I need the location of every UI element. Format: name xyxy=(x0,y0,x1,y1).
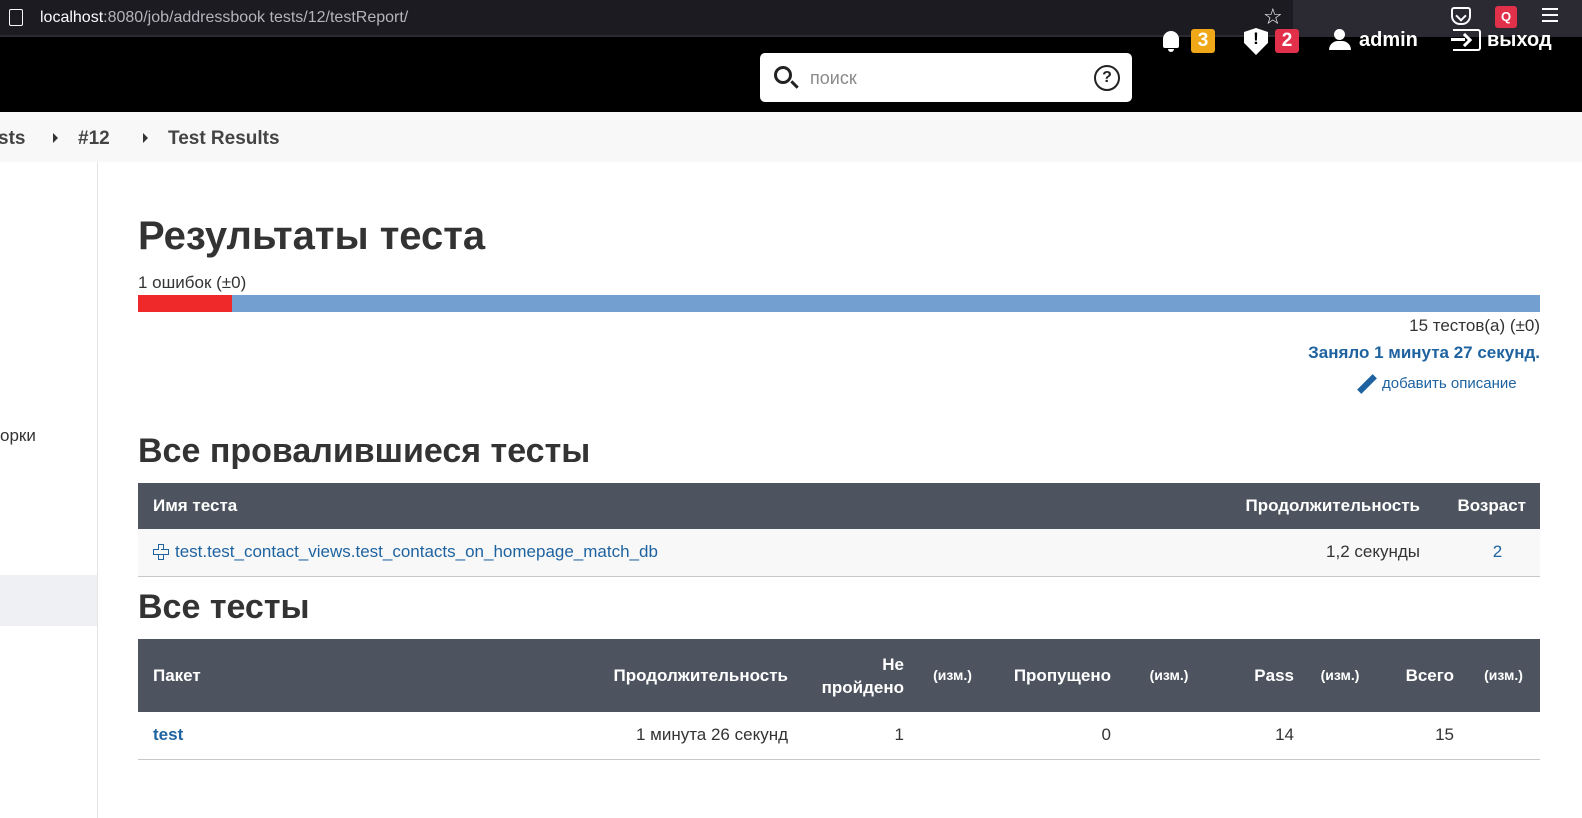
table-row: test 1 минута 26 секунд 1 0 14 15 xyxy=(138,712,1540,760)
failed-tests-table: Имя теста Продолжительность Возраст test… xyxy=(138,483,1540,577)
search-box[interactable]: ? xyxy=(760,53,1132,102)
package-pass: 14 xyxy=(1217,712,1304,760)
column-header-test-name[interactable]: Имя теста xyxy=(138,483,1230,529)
column-header-skipped-diff[interactable]: (изм.) xyxy=(1121,639,1217,712)
column-header-total-diff[interactable]: (изм.) xyxy=(1464,639,1540,712)
breadcrumb-item-job[interactable]: sts xyxy=(0,128,25,150)
extension-icon[interactable]: Q xyxy=(1495,6,1517,28)
package-skipped-diff xyxy=(1121,712,1217,760)
package-skipped: 0 xyxy=(989,712,1121,760)
package-failed-diff xyxy=(916,712,989,760)
column-header-age[interactable]: Возраст xyxy=(1430,483,1540,529)
hamburger-menu-icon[interactable] xyxy=(1542,8,1558,24)
tests-total: 15 тестов(а) (±0) xyxy=(1409,316,1540,335)
notifications-badge[interactable]: 3 xyxy=(1191,29,1215,53)
add-description-link[interactable]: добавить описание xyxy=(1382,375,1517,392)
package-total: 15 xyxy=(1376,712,1464,760)
breadcrumb-chevron-icon[interactable] xyxy=(143,133,148,143)
notifications-bell-icon[interactable] xyxy=(1160,30,1182,52)
test-result-bar xyxy=(138,295,1540,312)
table-row: test.test_contact_views.test_contacts_on… xyxy=(138,529,1540,577)
all-tests-title: Все тесты xyxy=(138,588,310,626)
package-failed: 1 xyxy=(803,712,916,760)
user-icon[interactable] xyxy=(1329,29,1351,51)
test-result-bar-failed xyxy=(138,295,232,312)
breadcrumb: sts #12 Test Results xyxy=(0,112,1582,162)
breadcrumb-item-build[interactable]: #12 xyxy=(78,128,110,150)
failed-tests-title: Все провалившиеся тесты xyxy=(138,432,591,470)
logout-icon[interactable] xyxy=(1451,29,1481,51)
address-bar[interactable]: localhost:8080/job/addressbook tests/12/… xyxy=(0,0,1293,35)
failed-test-age: 2 xyxy=(1430,529,1540,577)
search-icon xyxy=(774,66,792,84)
package-total-diff xyxy=(1464,712,1540,760)
package-cell: test xyxy=(138,712,573,760)
duration-link[interactable]: Заняло 1 минута 27 секунд. xyxy=(1308,343,1540,363)
failed-test-link[interactable]: test.test_contact_views.test_contacts_on… xyxy=(175,542,658,561)
column-header-duration[interactable]: Продолжительность xyxy=(573,639,803,712)
failed-test-age-link[interactable]: 2 xyxy=(1493,542,1502,561)
security-badge[interactable]: 2 xyxy=(1275,29,1299,53)
page-title: Результаты теста xyxy=(138,214,486,258)
failed-test-cell: test.test_contact_views.test_contacts_on… xyxy=(138,529,1230,577)
help-icon[interactable]: ? xyxy=(1094,65,1120,91)
column-header-pass-diff[interactable]: (изм.) xyxy=(1304,639,1376,712)
column-header-skipped[interactable]: Пропущено xyxy=(989,639,1121,712)
logout-link[interactable]: выход xyxy=(1487,29,1552,52)
side-panel-item[interactable]: орки xyxy=(0,426,36,446)
bookmark-star-icon[interactable]: ☆ xyxy=(1263,6,1283,28)
column-header-duration[interactable]: Продолжительность xyxy=(1230,483,1430,529)
fail-summary: 1 ошибок (±0) xyxy=(138,273,247,292)
side-panel-selected-item[interactable] xyxy=(0,575,97,626)
package-link[interactable]: test xyxy=(153,725,183,744)
column-header-failed[interactable]: Не пройдено xyxy=(803,639,916,712)
column-header-total[interactable]: Всего xyxy=(1376,639,1464,712)
search-input[interactable] xyxy=(810,65,1080,91)
all-tests-table: Пакет Продолжительность Не пройдено (изм… xyxy=(138,639,1540,760)
column-header-package[interactable]: Пакет xyxy=(138,639,573,712)
package-duration: 1 минута 26 секунд xyxy=(573,712,803,760)
breadcrumb-chevron-icon[interactable] xyxy=(53,133,58,143)
expand-plus-icon[interactable] xyxy=(153,544,169,561)
breadcrumb-item-test-results[interactable]: Test Results xyxy=(168,128,280,150)
user-link[interactable]: admin xyxy=(1359,29,1418,52)
url-text[interactable]: localhost:8080/job/addressbook tests/12/… xyxy=(40,9,408,27)
package-pass-diff xyxy=(1304,712,1376,760)
column-header-failed-diff[interactable]: (изм.) xyxy=(916,639,989,712)
side-panel: орки xyxy=(0,162,98,818)
column-header-pass[interactable]: Pass xyxy=(1217,639,1304,712)
failed-test-duration: 1,2 секунды xyxy=(1230,529,1430,577)
pocket-icon[interactable] xyxy=(1451,7,1471,25)
edit-pencil-icon[interactable] xyxy=(1357,374,1377,395)
page-icon xyxy=(9,9,23,26)
